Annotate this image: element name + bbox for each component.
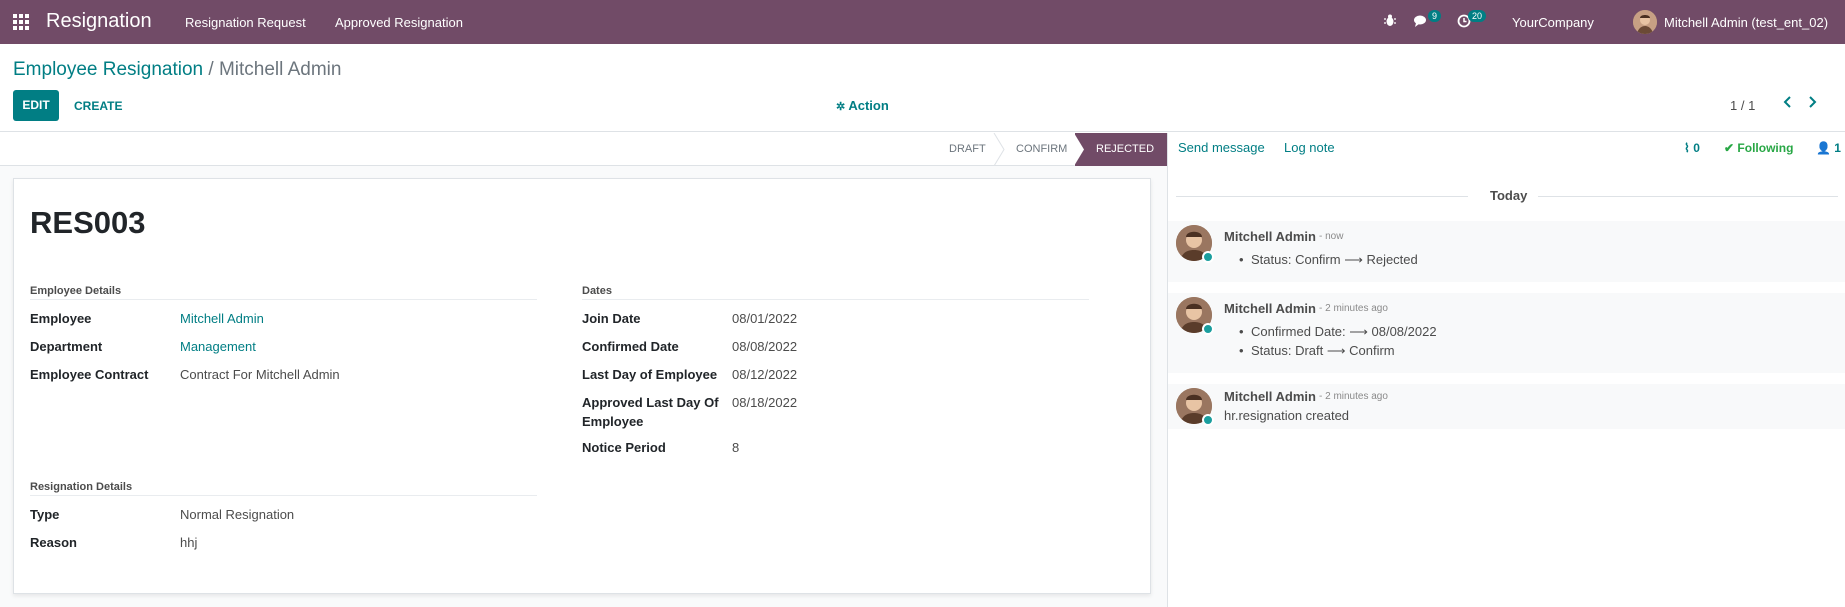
field-label-employee: Employee (30, 311, 92, 326)
app-title[interactable]: Resignation (46, 10, 152, 33)
stage-draft[interactable]: DRAFT (949, 133, 986, 166)
message-author[interactable]: Mitchell Admin (1224, 389, 1316, 404)
chatter-message: Mitchell Admin - now Status: Confirm ⟶ R… (1168, 221, 1845, 282)
divider (30, 495, 537, 496)
field-value-approved-last-day: 08/18/2022 (732, 395, 798, 410)
pager-next-icon[interactable] (1808, 95, 1818, 114)
field-value-department[interactable]: Management (180, 339, 256, 354)
chatter-message: Mitchell Admin - 2 minutes ago hr.resign… (1168, 384, 1845, 429)
message-time: - now (1319, 231, 1344, 242)
messages-count-badge: 9 (1428, 10, 1442, 22)
send-message-button[interactable]: Send message (1178, 140, 1265, 155)
field-label-notice-period: Notice Period (582, 440, 666, 455)
chatter-panel: Send message Log note ⌇ 0 ✔ Following 👤 … (1167, 133, 1845, 607)
user-avatar[interactable] (1633, 10, 1657, 34)
message-author[interactable]: Mitchell Admin (1224, 229, 1316, 244)
date-separator: Today (1168, 188, 1845, 203)
field-value-last-day: 08/12/2022 (732, 367, 798, 382)
tracking-line: Confirmed Date: ⟶ 08/08/2022 (1239, 324, 1437, 340)
field-label-reason: Reason (30, 535, 77, 550)
action-label: Action (848, 98, 889, 113)
field-value-type: Normal Resignation (180, 507, 295, 522)
online-status-icon (1202, 323, 1214, 335)
divider (1176, 196, 1468, 197)
message-time: - 2 minutes ago (1319, 303, 1388, 314)
record-reference: RES003 (30, 205, 146, 240)
tracking-line: Status: Confirm ⟶ Rejected (1239, 252, 1418, 268)
divider (1538, 196, 1838, 197)
message-author[interactable]: Mitchell Admin (1224, 301, 1316, 316)
stage-divider (993, 133, 1005, 166)
create-button[interactable]: CREATE (74, 99, 122, 113)
pager-value[interactable]: 1 / 1 (1730, 98, 1755, 113)
action-menu-button[interactable]: ✲ Action (836, 98, 889, 113)
divider (582, 299, 1089, 300)
menu-resignation-request[interactable]: Resignation Request (185, 15, 306, 30)
field-value-employee-contract: Contract For Mitchell Admin (180, 367, 340, 382)
control-panel: Employee Resignation / Mitchell Admin ED… (0, 44, 1845, 132)
field-label-approved-last-day: Approved Last Day Of Employee (582, 395, 719, 429)
breadcrumb-separator: / (208, 59, 214, 80)
stage-active-arrow (1074, 133, 1084, 166)
gear-icon: ✲ (836, 101, 846, 113)
app-grid-icon[interactable] (13, 14, 29, 30)
user-icon: 👤 (1816, 141, 1831, 155)
followers-count: 1 (1834, 141, 1841, 155)
company-switcher[interactable]: YourCompany (1512, 15, 1594, 30)
menu-approved-resignation[interactable]: Approved Resignation (335, 15, 463, 30)
online-status-icon (1202, 414, 1214, 426)
field-label-join-date: Join Date (582, 311, 641, 326)
author-avatar[interactable] (1176, 297, 1214, 335)
stage-rejected: REJECTED (1075, 133, 1167, 166)
debug-bug-icon[interactable] (1384, 14, 1396, 30)
field-value-employee[interactable]: Mitchell Admin (180, 311, 264, 326)
followers-button[interactable]: 👤 1 (1816, 141, 1841, 155)
group-title-resignation-details: Resignation Details (30, 481, 133, 493)
log-note-button[interactable]: Log note (1284, 140, 1335, 155)
breadcrumb-parent[interactable]: Employee Resignation (13, 59, 203, 80)
tracking-line: Status: Draft ⟶ Confirm (1239, 343, 1395, 359)
status-bar: DRAFT CONFIRM REJECTED (0, 133, 1167, 166)
field-value-confirmed-date: 08/08/2022 (732, 339, 798, 354)
field-label-employee-contract: Employee Contract (30, 367, 149, 382)
field-label-type: Type (30, 507, 60, 522)
divider (30, 299, 537, 300)
group-title-dates: Dates (582, 285, 612, 297)
form-sheet: RES003 Employee Details Employee Mitchel… (13, 178, 1151, 594)
top-navbar: Resignation Resignation Request Approved… (0, 0, 1845, 44)
following-label: Following (1737, 141, 1794, 155)
field-label-last-day: Last Day of Employee (582, 367, 718, 382)
check-icon: ✔ (1724, 141, 1735, 155)
field-label-department: Department (30, 339, 103, 354)
activities-count-badge: 20 (1468, 10, 1487, 22)
stage-confirm[interactable]: CONFIRM (1016, 133, 1067, 166)
author-avatar[interactable] (1176, 388, 1214, 426)
attachments-button[interactable]: ⌇ 0 (1684, 141, 1700, 155)
attachments-count: 0 (1693, 141, 1700, 155)
following-button[interactable]: ✔ Following (1724, 141, 1793, 155)
chatter-message: Mitchell Admin - 2 minutes ago Confirmed… (1168, 293, 1845, 373)
online-status-icon (1202, 251, 1214, 263)
breadcrumb-current: Mitchell Admin (218, 59, 342, 80)
edit-button[interactable]: EDIT (13, 90, 59, 121)
paperclip-icon: ⌇ (1684, 141, 1690, 155)
user-menu[interactable]: Mitchell Admin (test_ent_02) (1664, 15, 1828, 30)
field-label-confirmed-date: Confirmed Date (582, 339, 679, 354)
breadcrumb: Employee Resignation / Mitchell Admin (13, 59, 341, 81)
field-value-notice-period: 8 (732, 440, 740, 455)
message-time: - 2 minutes ago (1319, 391, 1388, 402)
message-body: hr.resignation created (1224, 408, 1350, 423)
field-value-join-date: 08/01/2022 (732, 311, 798, 326)
field-value-reason: hhj (180, 535, 198, 550)
author-avatar[interactable] (1176, 225, 1214, 263)
date-separator-label: Today (1490, 188, 1528, 203)
pager-previous-icon[interactable] (1782, 95, 1792, 114)
group-title-employee-details: Employee Details (30, 285, 122, 297)
